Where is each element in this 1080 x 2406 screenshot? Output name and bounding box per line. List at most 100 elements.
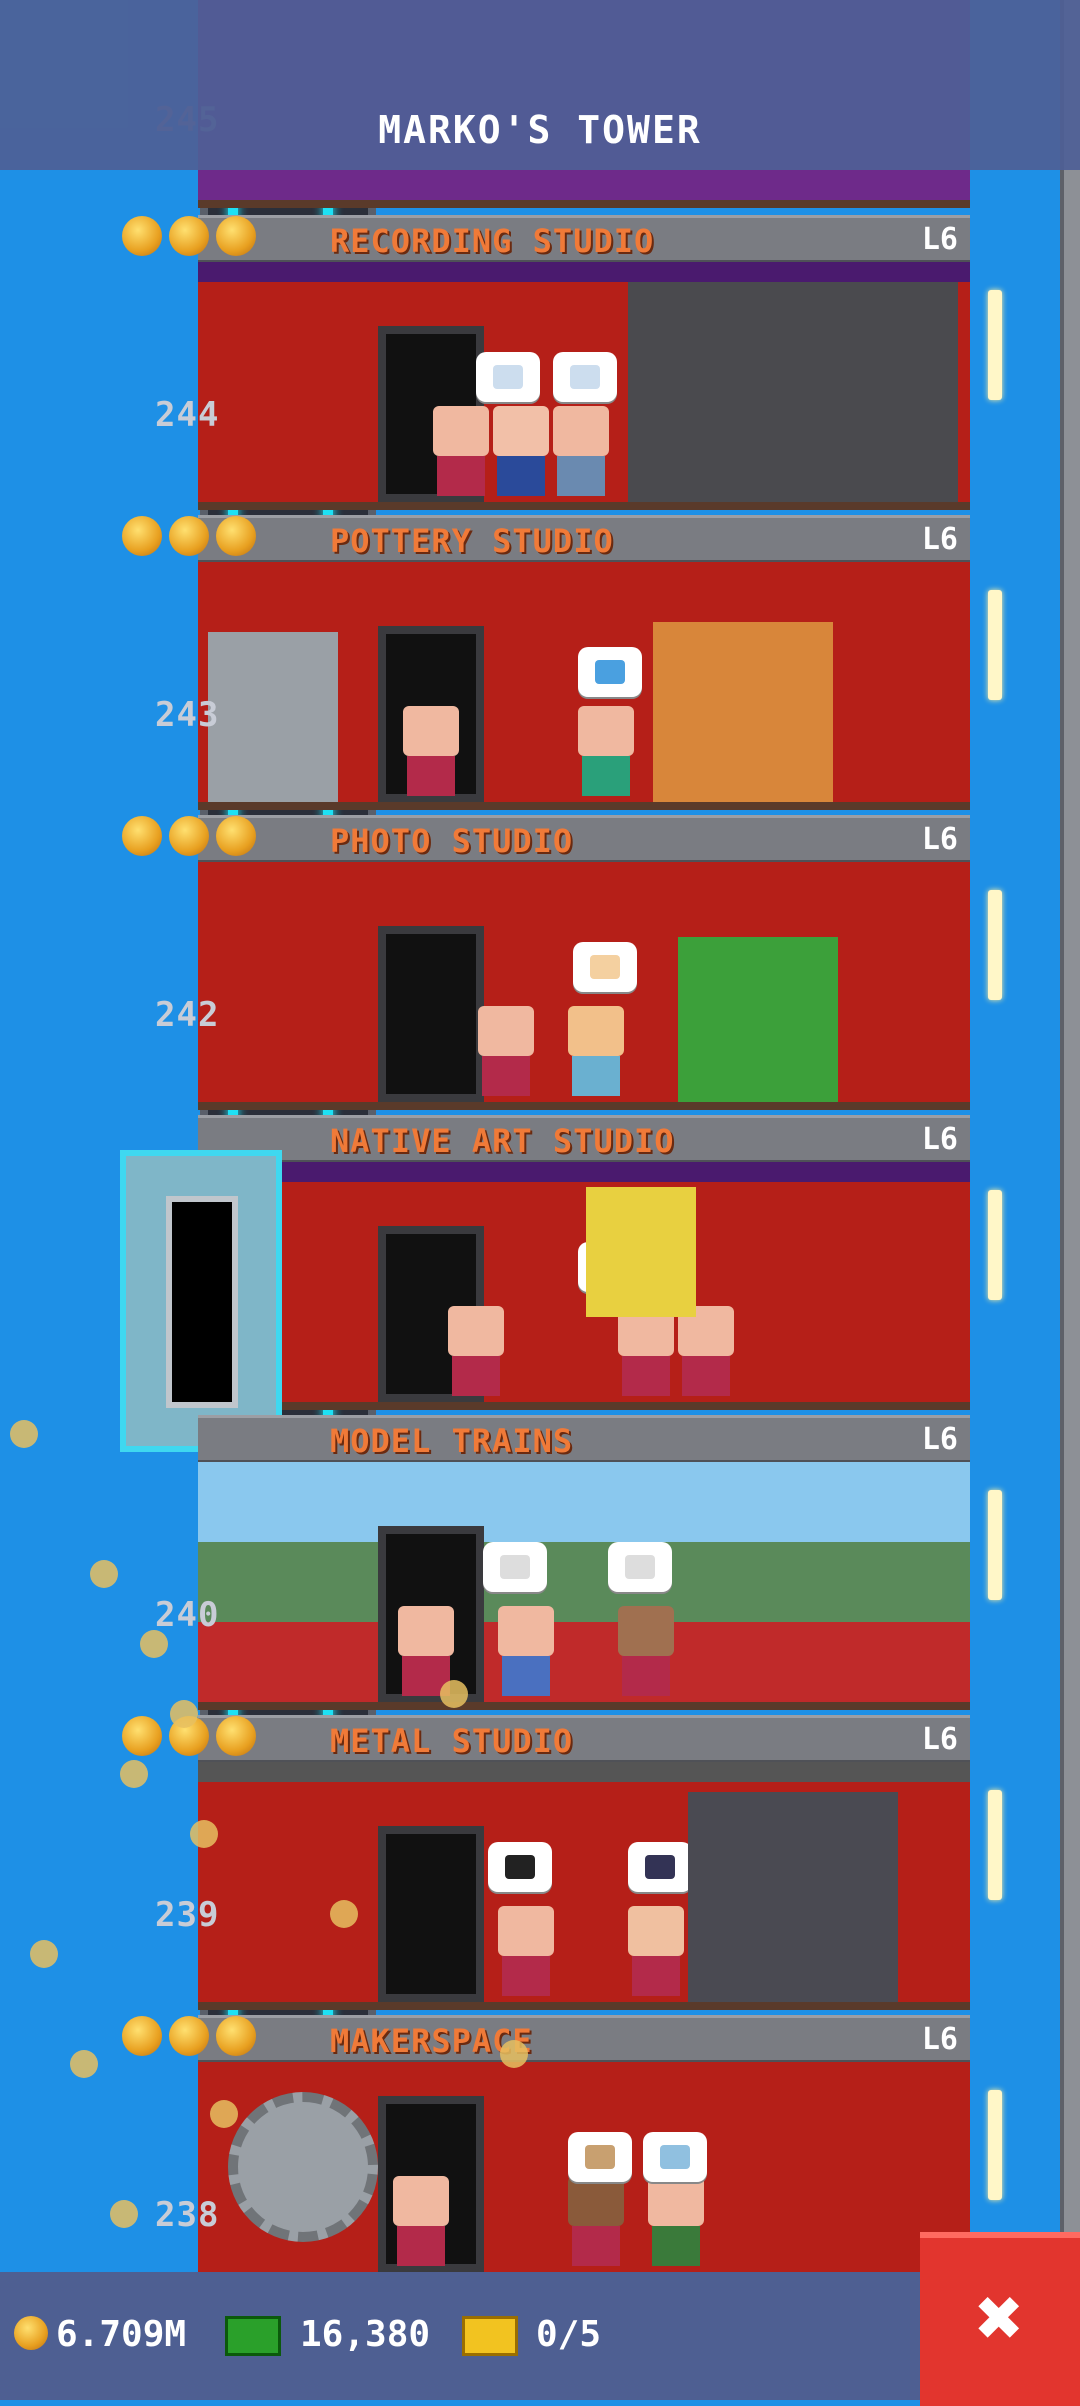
coin-icon [169,816,209,856]
coin-icon [14,2316,48,2350]
person[interactable] [493,406,549,496]
floor-number: 240 [155,1595,220,1635]
room-model-trains[interactable] [198,1462,970,1710]
room-door [378,926,484,1102]
speech-bubble[interactable] [628,1842,692,1892]
room-recording-studio[interactable] [198,262,970,510]
person[interactable] [478,1006,534,1096]
room-pottery-studio[interactable] [198,562,970,810]
person[interactable] [678,1306,734,1396]
person[interactable] [568,1006,624,1096]
falling-coin [90,1560,118,1588]
person[interactable] [448,1306,504,1396]
person[interactable] [618,1606,674,1696]
speech-bubble[interactable] [553,352,617,402]
floor-label-metal-studio[interactable]: METAL STUDIO L6 [198,1715,970,1764]
coin-row[interactable] [122,2016,263,2060]
floor-level: L6 [921,2022,958,2057]
speech-bubble[interactable] [568,2132,632,2182]
person[interactable] [568,2176,624,2266]
falling-coin [120,1760,148,1788]
window-light [988,590,1002,700]
window-light [988,290,1002,400]
floor-number: 244 [155,395,220,435]
mountains [198,1542,970,1622]
window-light [988,2090,1002,2200]
coin-row[interactable] [122,516,263,560]
speech-bubble[interactable] [488,1842,552,1892]
coin-icon [122,2016,162,2056]
person[interactable] [498,1906,554,1996]
person[interactable] [403,706,459,796]
person[interactable] [553,406,609,496]
speech-bubble[interactable] [578,647,642,697]
tickets-count: 0/5 [536,2314,602,2355]
metal-workbench [688,1792,898,2002]
floor-level: L6 [921,1422,958,1457]
floor-label-makerspace[interactable]: MAKERSPACE L6 [198,2015,970,2064]
room-metal-studio[interactable] [198,1762,970,2010]
floor-level: L6 [921,222,958,257]
coin-icon [169,2016,209,2056]
close-button[interactable]: ✖ [920,2232,1080,2406]
floor-number: 243 [155,695,220,735]
falling-coin [440,1680,468,1708]
person[interactable] [618,1306,674,1396]
floor-number: 242 [155,995,220,1035]
falling-coin [210,2100,238,2128]
person[interactable] [498,1606,554,1696]
fridge [208,632,338,802]
floor-label-recording-studio[interactable]: RECORDING STUDIO L6 [198,215,970,264]
tapestry [586,1187,696,1317]
floor-level: L6 [921,1122,958,1157]
floor-label-model-trains[interactable]: MODEL TRAINS L6 [198,1415,970,1464]
floor-number: 238 [155,2195,220,2235]
floor-level: L6 [921,522,958,557]
room-makerspace[interactable] [198,2062,970,2280]
tower-right-column [1060,0,1080,2272]
room-photo-studio[interactable] [198,862,970,1110]
room-stripe [198,262,970,282]
floor-label-pottery-studio[interactable]: POTTERY STUDIO L6 [198,515,970,564]
speech-bubble[interactable] [476,352,540,402]
bottom-bar: 6.709M 16,380 0/5 [0,2272,1080,2400]
person[interactable] [648,2176,704,2266]
floor-label-photo-studio[interactable]: PHOTO STUDIO L6 [198,815,970,864]
bux-count: 16,380 [300,2314,431,2355]
coin-icon [169,516,209,556]
floor-level: L6 [921,822,958,857]
bux-icon [225,2316,281,2356]
coin-icon [122,216,162,256]
floor-name: PHOTO STUDIO [330,822,574,860]
window-light [988,1790,1002,1900]
coins-count: 6.709M [56,2314,187,2355]
speech-bubble[interactable] [483,1542,547,1592]
coin-icon [216,216,256,256]
person[interactable] [393,2176,449,2266]
speech-bubble[interactable] [573,942,637,992]
floor-label-native-art-studio[interactable]: NATIVE ART STUDIO L6 [198,1115,970,1164]
person[interactable] [628,1906,684,1996]
room-stripe [198,1162,970,1182]
falling-coin [170,1700,198,1728]
window-light [988,890,1002,1000]
coin-row[interactable] [122,816,263,860]
floor-name: METAL STUDIO [330,1722,574,1760]
falling-coin [500,2040,528,2068]
person[interactable] [433,406,489,496]
room-native-art-studio[interactable] [198,1162,970,1410]
floor-number: 239 [155,1895,220,1935]
falling-coin [110,2200,138,2228]
falling-coin [330,1900,358,1928]
elevator-car[interactable] [120,1150,282,1452]
coin-icon [169,216,209,256]
speech-bubble[interactable] [608,1542,672,1592]
gear-icon [228,2092,378,2242]
tower-title: MARKO'S TOWER [378,108,702,152]
speech-bubble[interactable] [643,2132,707,2182]
coin-row[interactable] [122,216,263,260]
person[interactable] [578,706,634,796]
falling-coin [190,1820,218,1848]
room-door [378,1826,484,2002]
sound-booth [628,282,958,502]
